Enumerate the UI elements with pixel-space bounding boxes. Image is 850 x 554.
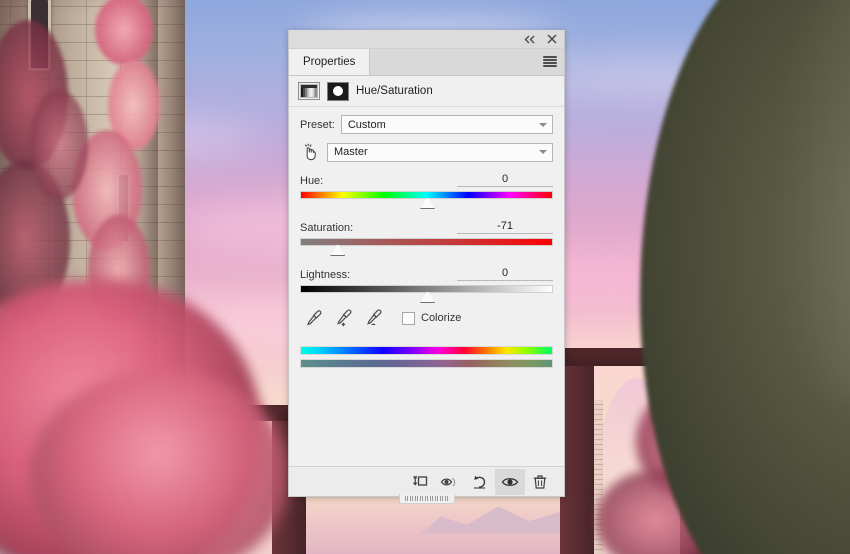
hue-saturation-adjustment-icon[interactable] [298, 82, 320, 100]
saturation-slider[interactable] [300, 238, 553, 256]
hue-value[interactable]: 0 [457, 173, 553, 187]
saturation-value[interactable]: -71 [457, 220, 553, 234]
lightness-label: Lightness: [300, 269, 351, 281]
eyedropper-subtract-icon[interactable] [364, 308, 384, 328]
channel-select[interactable]: Master [327, 142, 553, 162]
panel-footer [289, 466, 564, 496]
eyedropper-add-icon[interactable] [334, 308, 354, 328]
hue-slider[interactable] [300, 191, 553, 209]
lightness-value[interactable]: 0 [457, 267, 553, 281]
lightness-slider-block: Lightness: 0 [300, 264, 553, 303]
lightness-slider[interactable] [300, 285, 553, 303]
colorize-control[interactable]: Colorize [402, 311, 462, 325]
colorize-label: Colorize [421, 312, 462, 324]
panel-body: Preset: Custom Master Hue: 0 Saturation:… [289, 107, 564, 466]
saturation-label: Saturation: [300, 222, 354, 234]
tab-properties[interactable]: Properties [289, 49, 371, 75]
panel-tab-bar: Properties [289, 49, 564, 76]
preset-row: Preset: Custom [300, 115, 553, 134]
hue-label: Hue: [300, 175, 324, 187]
chevron-down-icon [539, 150, 547, 154]
adjustment-header: Hue/Saturation [289, 76, 564, 107]
collapse-icon[interactable] [523, 33, 536, 46]
result-color-bar[interactable] [300, 359, 553, 368]
panel-titlebar [289, 30, 564, 49]
panel-resize-grip[interactable] [398, 494, 455, 504]
channel-row: Master [300, 141, 553, 163]
trunk-highlight [780, 0, 850, 400]
reset-icon[interactable] [465, 469, 495, 495]
properties-panel[interactable]: Properties Hue/Saturation Preset: Custom [288, 30, 565, 504]
preset-label: Preset: [300, 118, 335, 131]
layer-mask-thumbnail-icon[interactable] [327, 81, 349, 101]
delete-layer-icon[interactable] [525, 469, 555, 495]
on-image-adjustment-hand-icon[interactable] [300, 141, 322, 163]
colorize-checkbox[interactable] [402, 311, 415, 325]
hue-slider-block: Hue: 0 [300, 170, 553, 209]
lightness-track[interactable] [300, 285, 553, 293]
preset-value: Custom [347, 118, 386, 131]
viaduct-pier [560, 366, 594, 554]
close-icon[interactable] [545, 33, 558, 46]
view-previous-state-icon[interactable] [435, 469, 465, 495]
adjustment-title: Hue/Saturation [356, 85, 433, 97]
tab-properties-label: Properties [303, 56, 356, 68]
preset-select[interactable]: Custom [340, 115, 553, 134]
clip-to-layer-icon[interactable] [405, 469, 435, 495]
ivy-cluster [30, 90, 88, 200]
color-range-bars [300, 346, 553, 368]
hue-track[interactable] [300, 191, 553, 199]
eyedropper-tools-row: Colorize [300, 308, 553, 328]
channel-value: Master [334, 146, 368, 158]
source-color-bar [300, 346, 553, 355]
panel-menu-icon[interactable] [543, 56, 557, 67]
chevron-down-icon [539, 122, 547, 127]
toggle-layer-visibility-icon[interactable] [495, 468, 525, 495]
eyedropper-icon[interactable] [304, 308, 324, 328]
saturation-slider-block: Saturation: -71 [300, 217, 553, 256]
